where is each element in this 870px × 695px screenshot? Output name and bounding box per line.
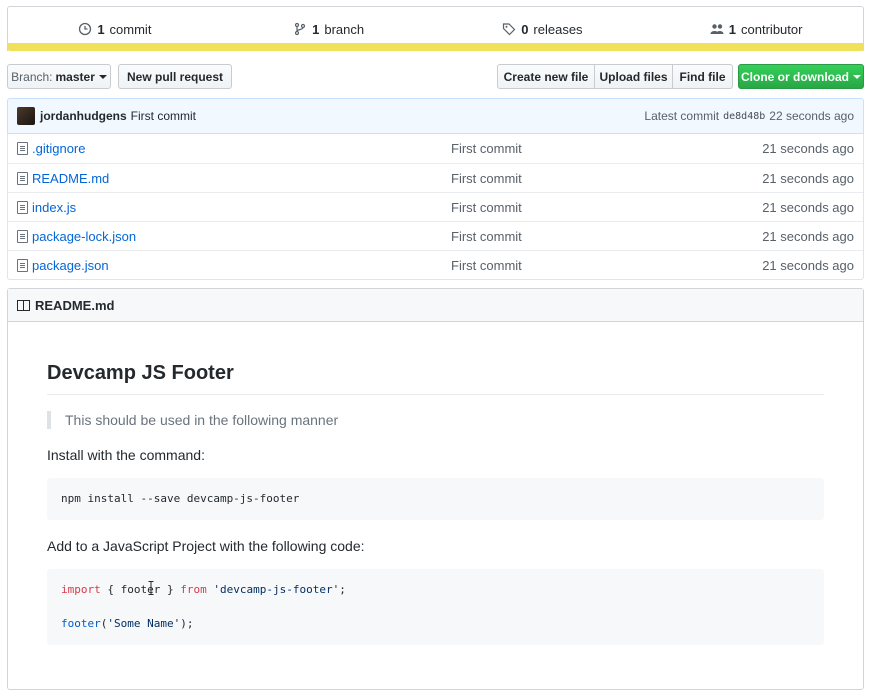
- file-age: 21 seconds ago: [762, 141, 854, 156]
- clone-label: Clone or download: [741, 69, 849, 84]
- releases-label: releases: [533, 21, 583, 37]
- import-brace-open: {: [100, 583, 121, 596]
- call-argument-string: 'Some Name': [107, 617, 181, 630]
- file-name-link[interactable]: package.json: [32, 258, 109, 273]
- table-row: index.js First commit 21 seconds ago: [8, 192, 863, 221]
- usage-code-block: import { footer } from 'devcamp-js-foote…: [47, 569, 824, 645]
- readme-blockquote: This should be used in the following man…: [47, 411, 824, 429]
- file-commit-message-link[interactable]: First commit: [451, 200, 522, 215]
- readme-box: README.md Devcamp JS Footer This should …: [7, 288, 864, 690]
- avatar[interactable]: [17, 107, 35, 125]
- releases-count: 0: [521, 21, 529, 37]
- new-pull-request-button[interactable]: New pull request: [118, 64, 232, 89]
- file-age: 21 seconds ago: [762, 257, 854, 273]
- file-name-link[interactable]: index.js: [32, 200, 76, 215]
- import-module-string: 'devcamp-js-footer': [213, 583, 340, 596]
- chevron-down-icon: [853, 74, 861, 79]
- readme-filename: README.md: [35, 297, 115, 313]
- file-age: 21 seconds ago: [762, 170, 854, 186]
- branch-prefix: Branch:: [11, 69, 53, 84]
- tag-icon: [503, 23, 516, 36]
- file-icon: [17, 171, 28, 185]
- readme-title: Devcamp JS Footer: [47, 362, 824, 395]
- clone-or-download-button[interactable]: Clone or download: [738, 64, 864, 89]
- call-line: footer('Some Name');: [61, 617, 810, 631]
- readme-content: Devcamp JS Footer This should be used in…: [8, 362, 863, 645]
- upload-files-button[interactable]: Upload files: [594, 64, 673, 89]
- import-line: import { footer } from 'devcamp-js-foote…: [61, 583, 810, 597]
- commit-age: 22 seconds ago: [769, 109, 854, 123]
- readme-header: README.md: [8, 289, 863, 322]
- branches-label: branch: [324, 21, 365, 37]
- book-icon: [17, 299, 30, 311]
- table-row: package.json First commit 21 seconds ago: [8, 250, 863, 279]
- text-cursor-icon: [148, 581, 154, 595]
- table-row: .gitignore First commit 21 seconds ago: [8, 134, 863, 163]
- file-icon: [17, 200, 28, 214]
- file-icon: [17, 258, 28, 272]
- file-commit-message-link[interactable]: First commit: [451, 171, 522, 186]
- file-name-link[interactable]: package-lock.json: [32, 229, 136, 244]
- file-name-link[interactable]: README.md: [32, 171, 109, 186]
- install-code-block: npm install --save devcamp-js-footer: [47, 478, 824, 520]
- commit-sha-link[interactable]: de8d48b: [723, 111, 765, 122]
- install-text: Install with the command:: [47, 447, 205, 463]
- file-name-link[interactable]: .gitignore: [32, 141, 85, 156]
- branch-name: master: [55, 69, 95, 84]
- from-keyword: from: [180, 583, 207, 596]
- file-commit-message-link[interactable]: First commit: [451, 258, 522, 273]
- history-icon: [79, 22, 92, 36]
- people-icon: [710, 24, 724, 34]
- branch-icon: [295, 22, 306, 36]
- create-new-file-button[interactable]: Create new file: [497, 64, 595, 89]
- file-commit-message-link[interactable]: First commit: [451, 141, 522, 156]
- find-file-button[interactable]: Find file: [672, 64, 733, 89]
- install-command: npm install --save devcamp-js-footer: [61, 492, 300, 505]
- file-age: 21 seconds ago: [762, 199, 854, 215]
- commits-count: 1: [97, 21, 105, 37]
- commit-meta: Latest commit de8d48b 22 seconds ago: [644, 109, 854, 123]
- file-icon: [17, 229, 28, 243]
- file-age: 21 seconds ago: [762, 228, 854, 244]
- chevron-down-icon: [98, 74, 107, 79]
- latest-commit-label: Latest commit: [644, 109, 720, 123]
- commits-label: commit: [109, 21, 152, 37]
- commit-message-link[interactable]: First commit: [131, 109, 196, 123]
- contributors-count: 1: [728, 21, 737, 37]
- call-paren-close: );: [180, 617, 194, 630]
- table-row: README.md First commit 21 seconds ago: [8, 163, 863, 192]
- add-text: Add to a JavaScript Project with the fol…: [47, 538, 365, 554]
- file-commit-message-link[interactable]: First commit: [451, 229, 522, 244]
- file-navigation: Branch: master New pull request Create n…: [7, 64, 864, 89]
- file-list: .gitignore First commit 21 seconds ago R…: [7, 134, 864, 280]
- table-row: package-lock.json First commit 21 second…: [8, 221, 863, 250]
- import-name: footer: [120, 583, 161, 596]
- contributors-label: contributor: [741, 21, 803, 37]
- latest-commit-bar: jordanhudgens First commit Latest commit…: [7, 98, 864, 134]
- file-icon: [17, 142, 28, 155]
- import-keyword: import: [61, 583, 101, 596]
- import-brace-close: }: [160, 583, 181, 596]
- branch-select-button[interactable]: Branch: master: [7, 64, 111, 89]
- language-bar[interactable]: [7, 43, 864, 51]
- call-function: footer: [61, 617, 101, 630]
- import-semicolon: ;: [339, 583, 346, 596]
- commit-author-link[interactable]: jordanhudgens: [40, 109, 127, 123]
- branches-count: 1: [312, 21, 320, 37]
